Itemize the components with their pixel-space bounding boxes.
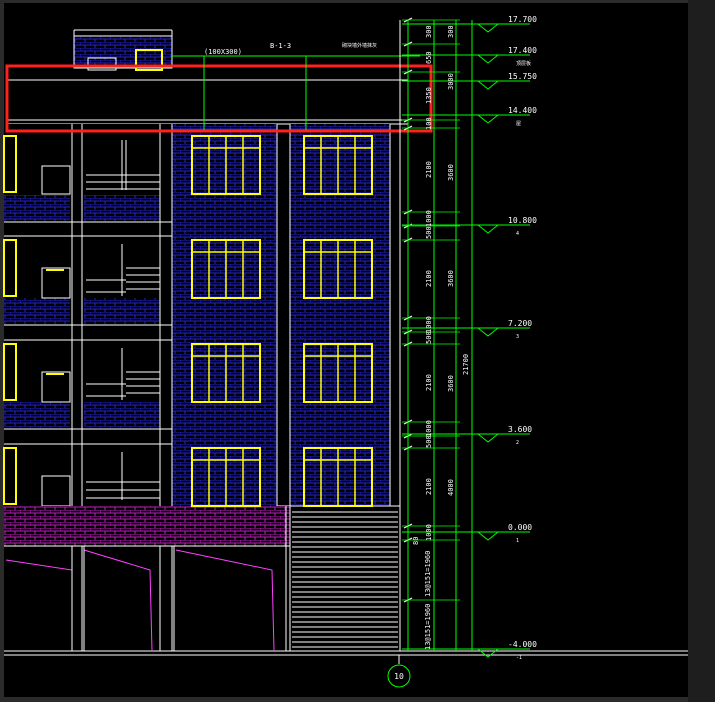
elevation-tag: 3 [516,334,519,340]
outer-dimension: 3000 [447,73,455,90]
axis-label: 10 [394,672,404,681]
inner-dimension: 1000 [425,524,433,541]
total-dimension: 21700 [462,354,470,375]
elevation-drawing: (100X300) B-1-3 砌块墙外墙抹灰 17.700 17.400 顶层板 1… [0,0,715,702]
stair-dim-b: 13@151=1960 [424,604,432,650]
elevation-tag: -1 [516,655,522,661]
elevation-tag: 屋 [516,121,521,127]
inner-dimension: 2100 [425,478,433,495]
inner-dimension: 500 [425,331,433,344]
inner-dimension: 2100 [425,374,433,391]
inner-dimension: 650 [425,51,433,64]
inner-dimension: 1350 [425,87,433,104]
inner-dimension: 500 [425,226,433,239]
outer-dimension: 300 [447,25,455,38]
inner-dimension: 1000 [425,316,433,333]
stair-label: 80 [412,537,420,545]
pilaster-right [389,123,401,507]
pilaster [276,123,291,507]
right-panel [688,0,715,702]
elevation-tag: 2 [516,440,519,446]
elevation-value: 15.750 [508,72,537,81]
cad-viewport[interactable]: (100X300) B-1-3 砌块墙外墙抹灰 17.700 17.400 顶层板 1… [0,0,715,702]
elevation-value: 3.600 [508,425,532,434]
section-ref-label: B-1-3 [270,42,291,50]
elevation-value: 17.400 [508,46,537,55]
elevation-value: 7.200 [508,319,532,328]
inner-dimension: 100 [425,117,433,130]
roof-parapet [7,79,409,121]
stair-tower-parapet [73,35,173,69]
elevation-tag: 1 [516,538,519,544]
inner-dimension: 500 [425,435,433,448]
outer-dimension: 3600 [447,375,455,392]
elevation-tag: 4 [516,231,519,237]
inner-dimension: 1000 [425,420,433,437]
top-note-label: 砌块墙外墙抹灰 [342,42,377,49]
stair-dim-a: 13@151=1960 [424,551,432,597]
elevation-value: -4.000 [508,640,537,649]
inner-dimension: 300 [425,25,433,38]
outer-dimension: 3600 [447,164,455,181]
exterior-stair [289,505,401,652]
outer-dimension: 3600 [447,270,455,287]
elevation-tag: 顶层板 [516,60,531,67]
inner-dimension: 2100 [425,270,433,287]
elevation-value: 17.700 [508,15,537,24]
elevation-value: 14.400 [508,106,537,115]
inner-dimension: 1000 [425,210,433,227]
outer-dimension: 4000 [447,479,455,496]
window-size-label: (100X300) [204,48,242,56]
elevation-value: 10.800 [508,216,537,225]
elevation-value: 0.000 [508,523,532,532]
inner-dimension: 2100 [425,161,433,178]
